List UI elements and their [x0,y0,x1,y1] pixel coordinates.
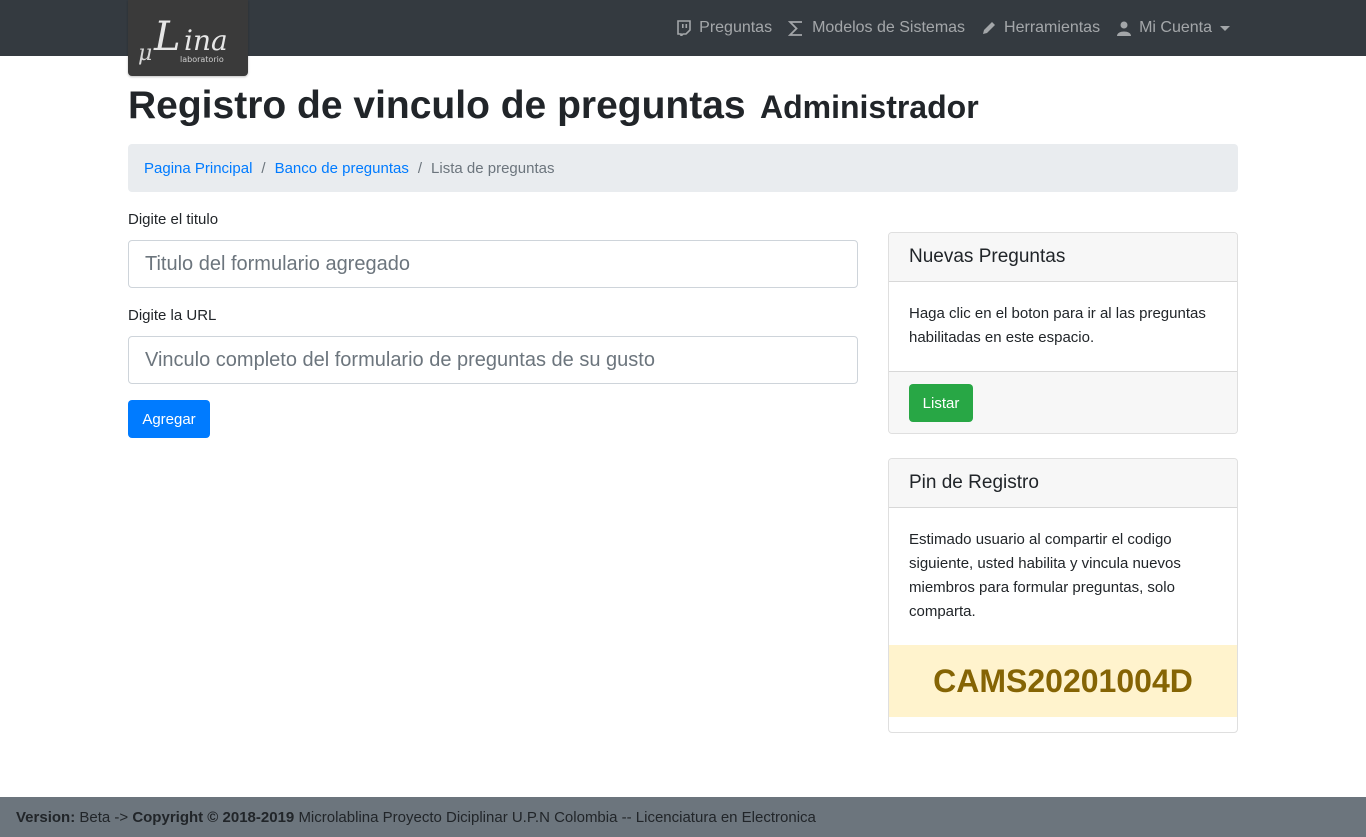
nav-item-preguntas[interactable]: Preguntas [668,0,780,56]
nav-item-mi-cuenta[interactable]: Mi Cuenta [1108,0,1238,56]
svg-text:μ: μ [138,41,152,66]
card-body-text: Estimado usuario al compartir el codigo … [909,531,1181,620]
nav-label: Herramientas [1004,19,1101,36]
twitch-icon [676,20,692,36]
card-body-text: Haga clic en el boton para ir al las pre… [909,305,1206,346]
top-navbar: μ L ina laboratorio Preguntas Modelos de… [0,0,1366,76]
sigma-icon [788,20,805,37]
nav-label: Preguntas [699,19,773,36]
title-input[interactable] [128,240,858,288]
user-icon [1116,20,1132,36]
pin-code: CAMS20201004D [889,645,1237,717]
chevron-down-icon [1220,25,1230,31]
url-label: Digite la URL [128,307,217,324]
nuevas-preguntas-card: Nuevas Preguntas Haga clic en el boton p… [888,232,1238,434]
footer-version-label: Version: [16,808,76,826]
svg-text:ina: ina [184,24,228,57]
nav-item-herramientas[interactable]: Herramientas [973,0,1108,56]
footer-version-value: Beta -> [79,808,129,826]
footer-copyright-label: Copyright © 2018-2019 [132,808,295,826]
nav-label: Mi Cuenta [1139,19,1212,36]
agregar-button[interactable]: Agregar [128,400,210,438]
page-title-subtitle: Administrador [759,89,979,125]
nav-item-modelos[interactable]: Modelos de Sistemas [780,0,973,56]
svg-text:L: L [153,14,181,60]
logo-graphic: μ L ina laboratorio [138,14,228,66]
breadcrumb: Pagina Principal / Banco de preguntas / … [128,144,1238,192]
breadcrumb-bank-link[interactable]: Banco de preguntas [275,160,409,177]
title-label: Digite el titulo [128,211,219,228]
url-input[interactable] [128,336,858,384]
pencil-icon [981,20,997,36]
breadcrumb-separator: / [261,159,266,177]
footer-copyright-text: Microlablina Proyecto Diciplinar U.P.N C… [298,808,816,826]
svg-text:laboratorio: laboratorio [180,55,224,64]
nav-label: Modelos de Sistemas [812,19,966,36]
card-header: Nuevas Preguntas [889,233,1237,282]
breadcrumb-home-link[interactable]: Pagina Principal [144,160,252,177]
page-footer: Version: Beta -> Copyright © 2018-2019 M… [0,797,1366,837]
card-header: Pin de Registro [889,459,1237,508]
card-footer: Listar [889,371,1237,433]
breadcrumb-separator: / [417,159,423,177]
pin-registro-card: Pin de Registro Estimado usuario al comp… [888,458,1238,733]
brand-logo[interactable]: μ L ina laboratorio [128,0,248,76]
page-title-main: Registro de vinculo de preguntas [128,84,746,127]
listar-button[interactable]: Listar [909,384,973,422]
page-title: Registro de vinculo de preguntas Adminis… [128,84,979,128]
breadcrumb-current: Lista de preguntas [431,159,555,177]
nav-menu: Preguntas Modelos de Sistemas Herramient… [668,0,1238,56]
